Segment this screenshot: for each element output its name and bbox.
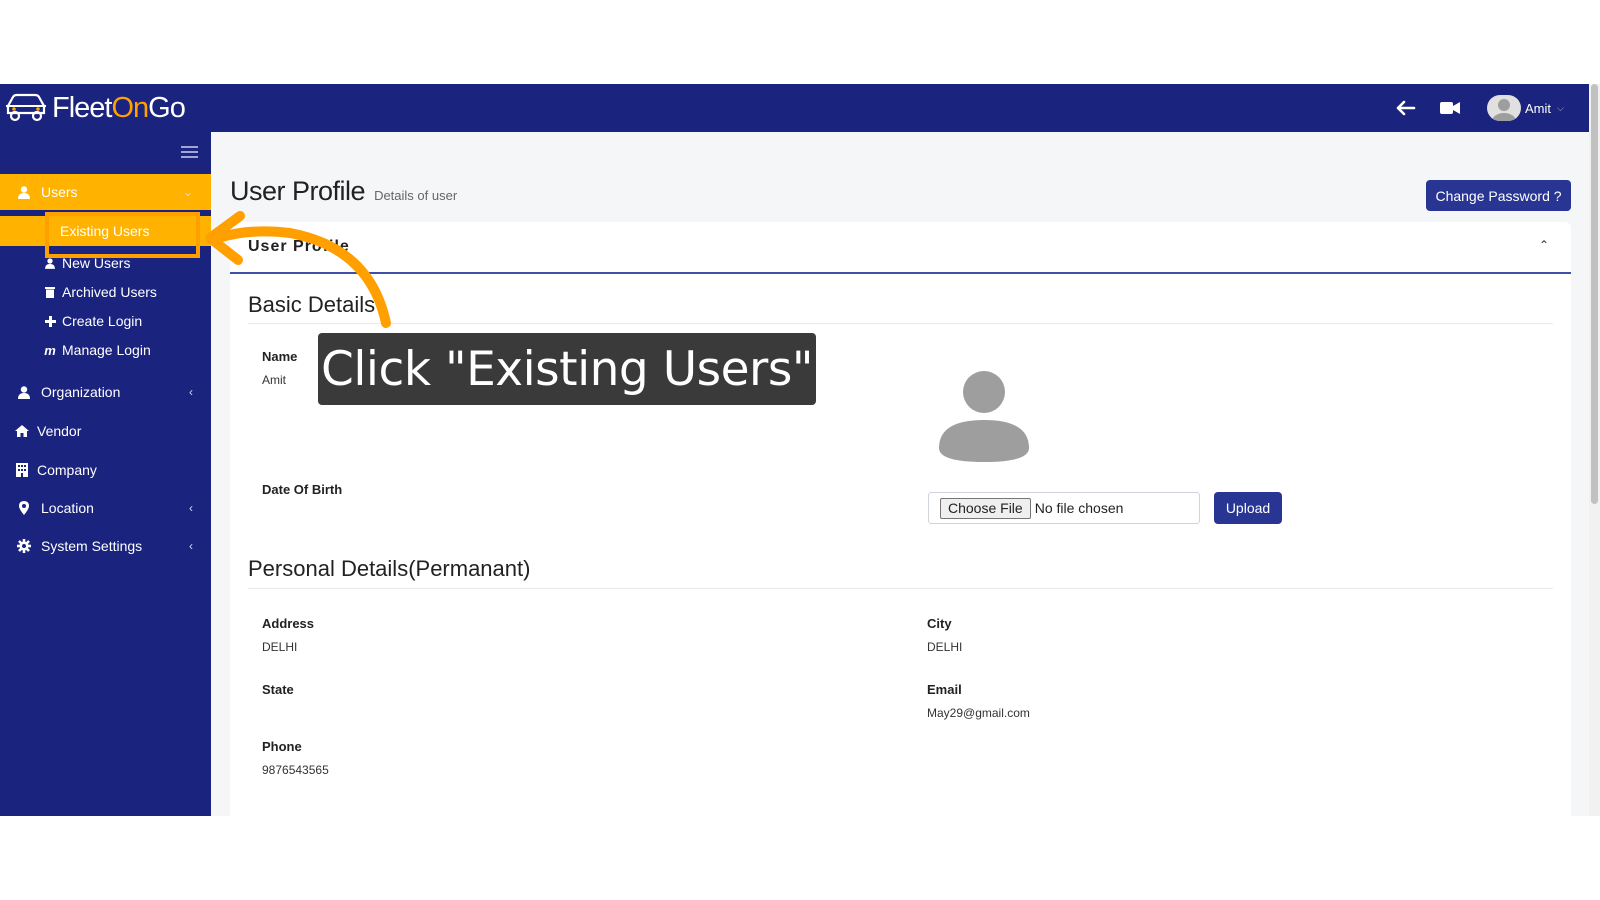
address-label: Address: [262, 616, 315, 631]
chevron-down-icon: ⌵: [1557, 102, 1564, 113]
building-icon: [15, 463, 29, 477]
plus-icon: [44, 315, 56, 327]
user-menu[interactable]: Amit ⌵: [1487, 94, 1564, 122]
chevron-left-icon: ‹: [189, 385, 193, 399]
address-value: DELHI: [262, 640, 298, 654]
card-title: User Profile: [248, 238, 350, 255]
arrow-left-icon[interactable]: [1394, 96, 1418, 120]
m-icon: m: [44, 342, 56, 358]
city-value: DELHI: [927, 640, 963, 654]
file-input[interactable]: Choose File No file chosen: [928, 492, 1200, 524]
choose-file-button[interactable]: Choose File: [940, 497, 1031, 519]
app-window: FleetOnGo Amit ⌵ Users ⌄ Existing Users: [0, 84, 1600, 816]
user-icon: [44, 257, 56, 269]
section-divider: [248, 323, 1553, 324]
top-bar: FleetOnGo Amit ⌵: [0, 84, 1600, 132]
chevron-down-icon: ⌄: [182, 185, 193, 199]
sidebar-item-label: System Settings: [41, 538, 143, 554]
phone-label: Phone: [262, 739, 302, 754]
profile-avatar-icon: [939, 371, 1029, 462]
basic-details-heading: Basic Details: [248, 292, 376, 317]
video-camera-icon[interactable]: [1438, 96, 1462, 120]
section-divider: [248, 588, 1553, 589]
sidebar-subitem-label: Create Login: [62, 313, 143, 329]
sidebar-subitem-label: Existing Users: [60, 223, 150, 239]
sidebar-item-label: Company: [37, 462, 97, 478]
sidebar: Users ⌄ Existing Users New Users Archive…: [0, 132, 211, 816]
change-password-button[interactable]: Change Password ?: [1426, 180, 1571, 211]
dob-label: Date Of Birth: [262, 482, 343, 497]
sidebar-item-users[interactable]: Users ⌄: [0, 174, 211, 210]
sidebar-item-label: Users: [41, 184, 78, 200]
brand-name: FleetOnGo: [52, 91, 186, 124]
sidebar-item-system-settings[interactable]: System Settings ‹: [0, 528, 211, 564]
user-name: Amit: [1525, 100, 1551, 116]
user-icon: [17, 385, 31, 399]
trash-icon: [44, 286, 56, 298]
sidebar-subitem-new-users[interactable]: New Users: [44, 250, 130, 276]
sidebar-subitem-existing-users[interactable]: Existing Users: [0, 216, 211, 246]
page-title-text: User Profile: [230, 176, 366, 206]
sidebar-subitem-label: New Users: [62, 255, 131, 271]
sidebar-subitem-manage-login[interactable]: m Manage Login: [44, 337, 151, 363]
sidebar-subitem-label: Manage Login: [62, 342, 151, 358]
name-label: Name: [262, 349, 298, 364]
state-label: State: [262, 682, 294, 697]
file-status: No file chosen: [1034, 500, 1124, 516]
main-content: User Profile Details of user Change Pass…: [211, 132, 1589, 816]
city-label: City: [927, 616, 952, 631]
sidebar-item-label: Location: [41, 500, 94, 516]
brand-logo[interactable]: FleetOnGo: [4, 91, 186, 125]
user-icon: [17, 185, 31, 199]
tutorial-callout: Click "Existing Users": [318, 333, 816, 405]
sidebar-item-organization[interactable]: Organization ‹: [0, 374, 211, 410]
sidebar-item-vendor[interactable]: Vendor: [0, 413, 211, 449]
avatar: [1487, 95, 1521, 121]
email-label: Email: [927, 682, 962, 697]
page-title: User Profile Details of user: [230, 176, 457, 207]
page-subtitle: Details of user: [374, 188, 458, 203]
car-icon: [6, 93, 46, 122]
sidebar-subitem-create-login[interactable]: Create Login: [44, 308, 142, 334]
sidebar-item-location[interactable]: Location ‹: [0, 490, 211, 526]
home-icon: [15, 424, 29, 438]
chevron-left-icon: ‹: [189, 501, 193, 515]
phone-value: 9876543565: [262, 763, 329, 777]
chevron-up-icon[interactable]: ⌃: [1539, 238, 1549, 252]
sidebar-subitem-label: Archived Users: [62, 284, 157, 300]
name-value: Amit: [262, 373, 286, 387]
profile-card: User Profile ⌃ Basic Details Name Amit D…: [230, 222, 1571, 816]
sidebar-subitem-archived-users[interactable]: Archived Users: [44, 279, 157, 305]
scrollbar-thumb[interactable]: [1591, 84, 1598, 504]
sidebar-item-company[interactable]: Company: [0, 452, 211, 488]
upload-button[interactable]: Upload: [1214, 492, 1282, 524]
sidebar-item-label: Vendor: [37, 423, 82, 439]
card-header[interactable]: User Profile ⌃: [230, 222, 1571, 274]
hamburger-menu-icon[interactable]: [181, 146, 198, 158]
sidebar-item-label: Organization: [41, 384, 121, 400]
personal-details-heading: Personal Details(Permanant): [248, 556, 531, 581]
map-marker-icon: [17, 501, 31, 515]
email-value: May29@gmail.com: [927, 706, 1030, 720]
chevron-left-icon: ‹: [189, 539, 193, 553]
scrollbar[interactable]: [1589, 84, 1600, 816]
gear-icon: [17, 539, 31, 553]
